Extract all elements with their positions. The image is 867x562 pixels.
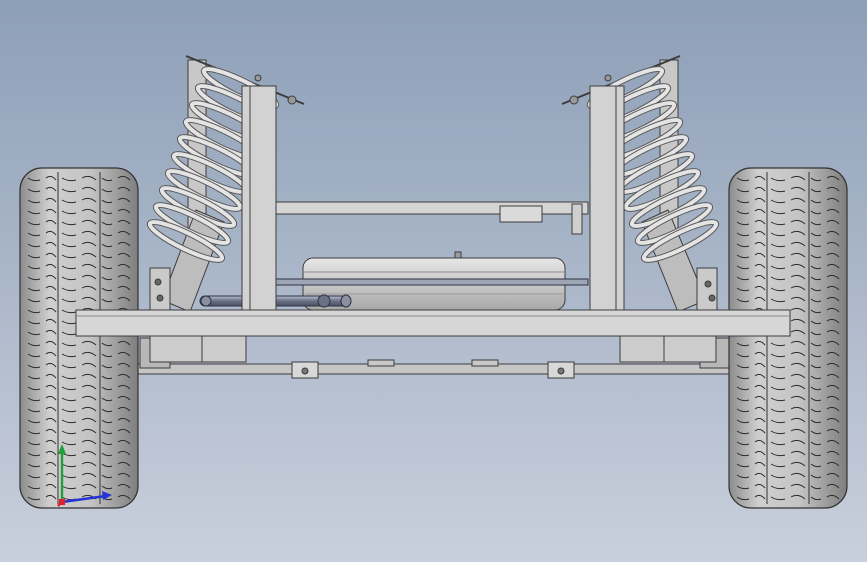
triad-y-arrow <box>58 444 66 454</box>
right-tire <box>728 167 848 509</box>
left-frame-post <box>241 85 277 313</box>
triad-z-axis <box>61 494 107 504</box>
coordinate-triad <box>57 444 112 507</box>
right-frame-post <box>589 85 625 313</box>
suspension-assembly-view[interactable] <box>0 0 867 562</box>
triad-z-arrow <box>102 491 112 500</box>
graphics-viewport[interactable] <box>0 0 867 562</box>
